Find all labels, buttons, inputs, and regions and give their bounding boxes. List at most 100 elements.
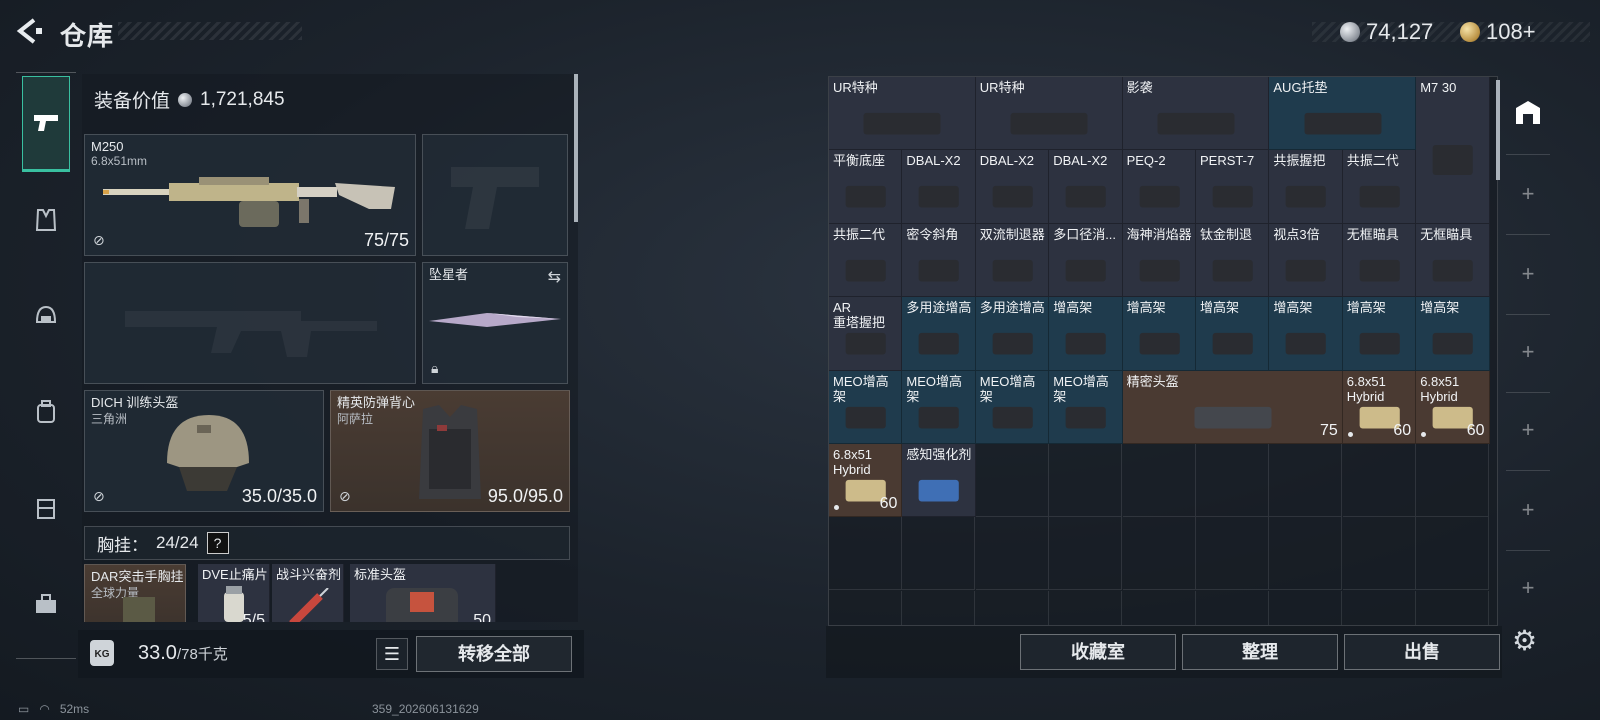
grid-item[interactable]: 共振二代 [1342, 150, 1417, 224]
grid-item[interactable]: 6.8x51 Hybrid 60 [1342, 370, 1417, 444]
grid-item[interactable]: 增高架 [1122, 297, 1196, 371]
grid-cell[interactable] [1122, 444, 1196, 517]
grid-item[interactable]: UR特种 [975, 77, 1123, 151]
tab-toolbox[interactable] [22, 556, 70, 652]
grid-cell[interactable] [1049, 590, 1123, 625]
grid-cell[interactable] [1269, 590, 1343, 625]
grid-item[interactable]: DBAL-X2 [1049, 150, 1123, 224]
grid-item[interactable]: 多口径消... [1049, 223, 1123, 298]
grid-item[interactable]: M7 30 [1416, 77, 1490, 224]
grid-item[interactable]: UR特种 [829, 77, 976, 151]
list-view-button[interactable]: ☰ [376, 638, 408, 670]
tab-weapons[interactable] [22, 76, 70, 172]
chest-item-painkiller[interactable]: DVE止痛片 5/5 [198, 564, 270, 622]
grid-cell[interactable] [829, 590, 902, 625]
grid-cell[interactable] [976, 590, 1049, 625]
grid-cell[interactable] [1416, 517, 1490, 591]
tab-backpack[interactable] [22, 364, 70, 460]
grid-item[interactable]: DBAL-X2 [902, 150, 976, 224]
grid-cell[interactable] [975, 444, 1049, 517]
grid-item[interactable]: MEO增高架 [829, 370, 903, 444]
grid-cell[interactable] [902, 517, 976, 591]
grid-cell[interactable] [1049, 444, 1123, 517]
primary-weapon-slot[interactable]: M250 6.8x51mm ⊘ 75/75 [84, 134, 416, 256]
back-button[interactable] [14, 16, 46, 48]
grid-cell[interactable] [1269, 444, 1343, 517]
grid-item[interactable]: 多用途增高 [902, 297, 976, 371]
grid-cell[interactable] [902, 590, 976, 625]
grid-cell[interactable] [975, 517, 1049, 591]
storage-scrollbar[interactable] [1496, 80, 1500, 180]
grid-item[interactable]: PERST-7 [1196, 150, 1270, 224]
chest-rig-info-button[interactable]: ? [206, 532, 229, 554]
storage-tab-add-6[interactable]: + [1510, 570, 1546, 606]
grid-item[interactable]: AR 重塔握把 [829, 297, 903, 371]
armor-slot[interactable]: 精英防弹背心 阿萨拉 ⊘ 95.0/95.0 [330, 390, 570, 512]
grid-cell[interactable] [1342, 444, 1416, 517]
grid-item[interactable]: 增高架 [1342, 297, 1417, 371]
secondary-weapon-slot[interactable] [84, 262, 416, 384]
gold-currency[interactable]: 108+ [1460, 18, 1536, 46]
storage-tab-add-2[interactable]: + [1510, 256, 1546, 292]
chest-rig-slot[interactable]: DAR突击手胸挂 全球力量 [84, 564, 186, 622]
grid-item[interactable]: DBAL-X2 [975, 150, 1050, 224]
grid-cell[interactable] [1196, 444, 1269, 517]
grid-cell[interactable] [1416, 444, 1490, 517]
melee-slot[interactable]: 坠星者 ⇆ 🔒︎ [422, 262, 568, 384]
sidearm-slot[interactable] [422, 134, 568, 256]
grid-item[interactable]: 无框瞄具 [1342, 223, 1417, 298]
grid-cell[interactable] [1342, 517, 1416, 591]
grid-cell[interactable] [1343, 590, 1416, 625]
grid-item[interactable]: 密令斜角 [902, 223, 976, 298]
equipment-scrollbar[interactable] [574, 74, 578, 222]
grid-item[interactable]: 海神消焰器 [1122, 223, 1196, 298]
collection-room-button[interactable]: 收藏室 [1020, 634, 1176, 670]
grid-item[interactable]: 共振二代 [829, 223, 903, 298]
grid-cell[interactable] [1122, 517, 1196, 591]
settings-gear-icon[interactable]: ⚙ [1512, 624, 1537, 657]
swap-icon[interactable]: ⇆ [548, 267, 561, 287]
transfer-all-button[interactable]: 转移全部 [416, 636, 572, 672]
grid-cell[interactable] [1123, 590, 1196, 625]
grid-item[interactable]: 精密头盔 75 [1122, 370, 1343, 444]
sell-button[interactable]: 出售 [1344, 634, 1500, 670]
grid-item[interactable]: 共振握把 [1269, 150, 1343, 224]
grid-item[interactable]: MEO增高架 [975, 370, 1050, 444]
organize-button[interactable]: 整理 [1182, 634, 1338, 670]
grid-item[interactable]: 感知强化剂 [902, 444, 976, 518]
tab-armor[interactable] [22, 172, 70, 268]
grid-item[interactable]: AUG托垫 [1269, 77, 1417, 151]
grid-item[interactable]: 6.8x51 Hybrid 60 [829, 444, 903, 518]
grid-cell[interactable] [1196, 590, 1269, 625]
storage-tab-add-3[interactable]: + [1510, 334, 1546, 370]
grid-cell[interactable] [1049, 517, 1123, 591]
grid-item[interactable]: 钛金制退 [1196, 223, 1270, 298]
grid-item[interactable]: 平衡底座 [829, 150, 903, 224]
grid-item[interactable]: 无框瞄具 [1416, 223, 1490, 298]
grid-item[interactable]: 增高架 [1196, 297, 1270, 371]
storage-tab-main[interactable] [1510, 98, 1546, 134]
grid-cell[interactable] [1269, 517, 1343, 591]
grid-item[interactable]: 6.8x51 Hybrid 60 [1416, 370, 1490, 444]
grid-item[interactable]: 增高架 [1416, 297, 1490, 371]
grid-item[interactable]: 影袭 [1122, 77, 1270, 151]
storage-tab-add-5[interactable]: + [1510, 492, 1546, 528]
storage-tab-add-4[interactable]: + [1510, 412, 1546, 448]
chest-item-helmet[interactable]: 标准头盔 50 [350, 564, 496, 622]
chest-item-stimulant[interactable]: 战斗兴奋剂 [272, 564, 344, 622]
tab-helmet[interactable] [22, 268, 70, 364]
grid-item[interactable]: 多用途增高 [975, 297, 1050, 371]
grid-item[interactable]: 视点3倍 [1269, 223, 1343, 298]
storage-tab-add-1[interactable]: + [1510, 176, 1546, 212]
grid-item[interactable]: PEQ-2 [1122, 150, 1196, 224]
grid-item[interactable]: MEO增高架 [902, 370, 976, 444]
grid-item[interactable]: 增高架 [1269, 297, 1343, 371]
grid-cell[interactable] [1196, 517, 1269, 591]
grid-item[interactable]: MEO增高架 [1049, 370, 1123, 444]
grid-cell[interactable] [829, 517, 902, 591]
helmet-slot[interactable]: DICH 训练头盔 三角洲 ⊘ 35.0/35.0 [84, 390, 324, 512]
grid-item[interactable]: 双流制退器 [975, 223, 1050, 298]
tab-case[interactable] [22, 460, 70, 556]
grid-cell[interactable] [1416, 590, 1490, 625]
grid-item[interactable]: 增高架 [1049, 297, 1123, 371]
